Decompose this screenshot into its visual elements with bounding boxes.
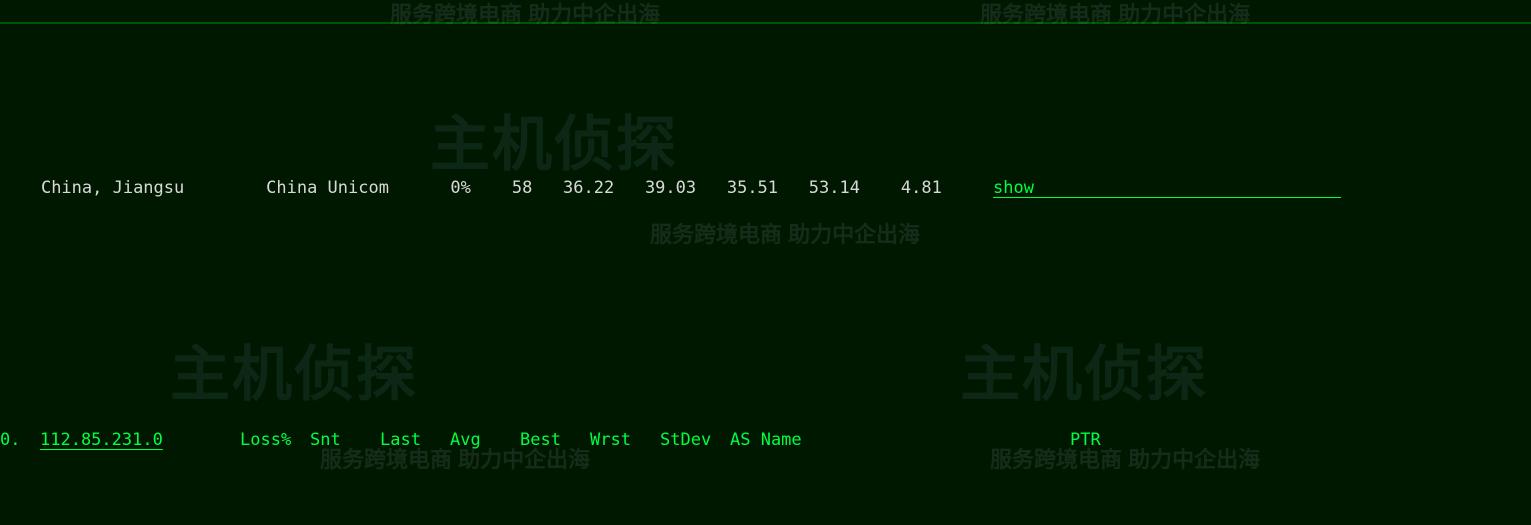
terminal-screen: China, Jiangsu China Unicom 0% 58 36.22 … — [0, 0, 1531, 525]
watermark-slogan: 服务跨境电商 助力中企出海 — [390, 0, 660, 29]
col-ptr: PTR — [1070, 426, 1170, 455]
usage-bar — [1034, 178, 1341, 198]
col-last: Last — [380, 426, 450, 455]
col-loss: Loss% — [240, 426, 310, 455]
summary-row: China, Jiangsu China Unicom 0% 58 36.22 … — [0, 145, 1531, 232]
summary-last: 36.22 — [563, 178, 614, 198]
location-label: China, Jiangsu — [41, 178, 184, 198]
summary-avg: 39.03 — [645, 178, 696, 198]
top-divider — [0, 22, 1531, 24]
summary-loss: 0% — [450, 178, 470, 198]
summary-snt: 58 — [512, 178, 532, 198]
col-snt: Snt — [310, 426, 380, 455]
col-avg: Avg — [450, 426, 520, 455]
summary-best: 35.51 — [727, 178, 778, 198]
traceroute-table: 0.112.85.231.0Loss%SntLastAvgBestWrstStD… — [0, 339, 1531, 525]
col-host: 112.85.231.0 — [40, 426, 240, 455]
col-stdev: StDev — [660, 426, 730, 455]
summary-wrst: 53.14 — [809, 178, 860, 198]
watermark-slogan: 服务跨境电商 助力中企出海 — [980, 0, 1250, 29]
col-wrst: Wrst — [590, 426, 660, 455]
show-toggle[interactable]: show — [993, 178, 1034, 198]
summary-stdev: 4.81 — [901, 178, 942, 198]
col-index: 0. — [0, 426, 40, 455]
col-asname: AS Name — [730, 426, 1070, 455]
table-header-row: 0.112.85.231.0Loss%SntLastAvgBestWrstStD… — [0, 426, 1531, 455]
col-best: Best — [520, 426, 590, 455]
isp-label: China Unicom — [266, 178, 389, 198]
